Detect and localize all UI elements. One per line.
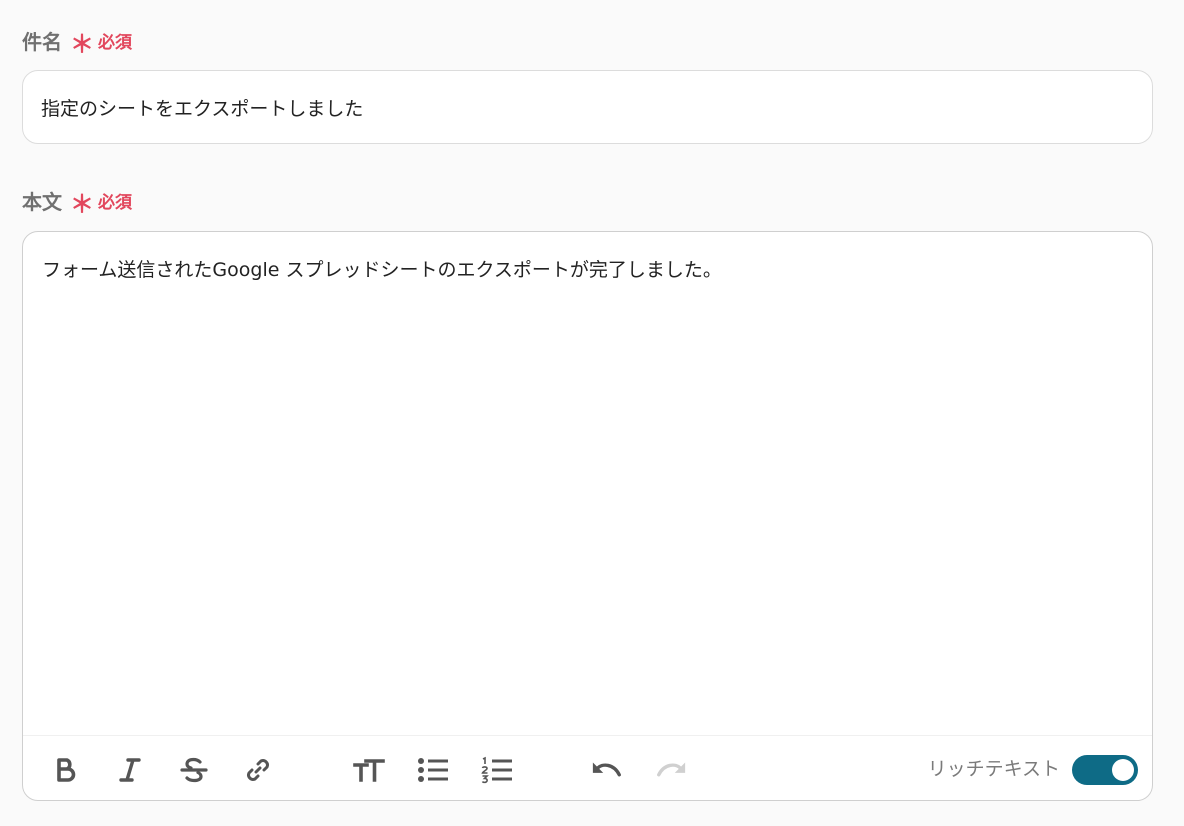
body-editor: フォーム送信されたGoogle スプレッドシートのエクスポートが完了しました。 [22, 231, 1153, 801]
body-label-text: 本文 [22, 190, 62, 214]
body-text-area[interactable]: フォーム送信されたGoogle スプレッドシートのエクスポートが完了しました。 [23, 232, 1152, 735]
subject-label-text: 件名 [22, 30, 62, 54]
italic-button[interactable] [114, 754, 146, 786]
rich-text-label: リッチテキスト [927, 758, 1060, 780]
bold-icon [57, 758, 76, 782]
redo-button[interactable] [655, 754, 687, 786]
bullet-list-button[interactable] [417, 754, 449, 786]
required-asterisk-icon: ＊ [70, 189, 94, 218]
required-badge: 必須 [98, 33, 132, 53]
editor-toolbar: リッチテキスト [23, 735, 1152, 800]
subject-input[interactable] [22, 70, 1153, 144]
bold-button[interactable] [50, 754, 82, 786]
required-asterisk-icon: ＊ [70, 29, 94, 58]
link-button[interactable] [242, 754, 274, 786]
subject-label: 件名 ＊ 必須 [22, 26, 132, 58]
rich-text-toggle[interactable] [1072, 755, 1138, 785]
italic-icon [119, 758, 141, 782]
toggle-knob [1112, 759, 1134, 781]
redo-icon [657, 762, 686, 777]
required-badge: 必須 [98, 193, 132, 213]
undo-button[interactable] [591, 754, 623, 786]
link-icon [247, 759, 269, 781]
strikethrough-button[interactable] [178, 754, 210, 786]
text-size-button[interactable] [353, 754, 385, 786]
undo-icon [592, 762, 621, 777]
text-size-icon [353, 759, 385, 782]
numbered-list-icon [481, 756, 512, 784]
strikethrough-icon [180, 757, 208, 783]
numbered-list-button[interactable] [481, 754, 513, 786]
bullet-list-icon [418, 758, 448, 782]
body-label: 本文 ＊ 必須 [22, 186, 132, 218]
email-form: 件名 ＊ 必須 本文 ＊ 必須 フォーム送信されたGoogle スプレッドシート… [0, 0, 1184, 826]
